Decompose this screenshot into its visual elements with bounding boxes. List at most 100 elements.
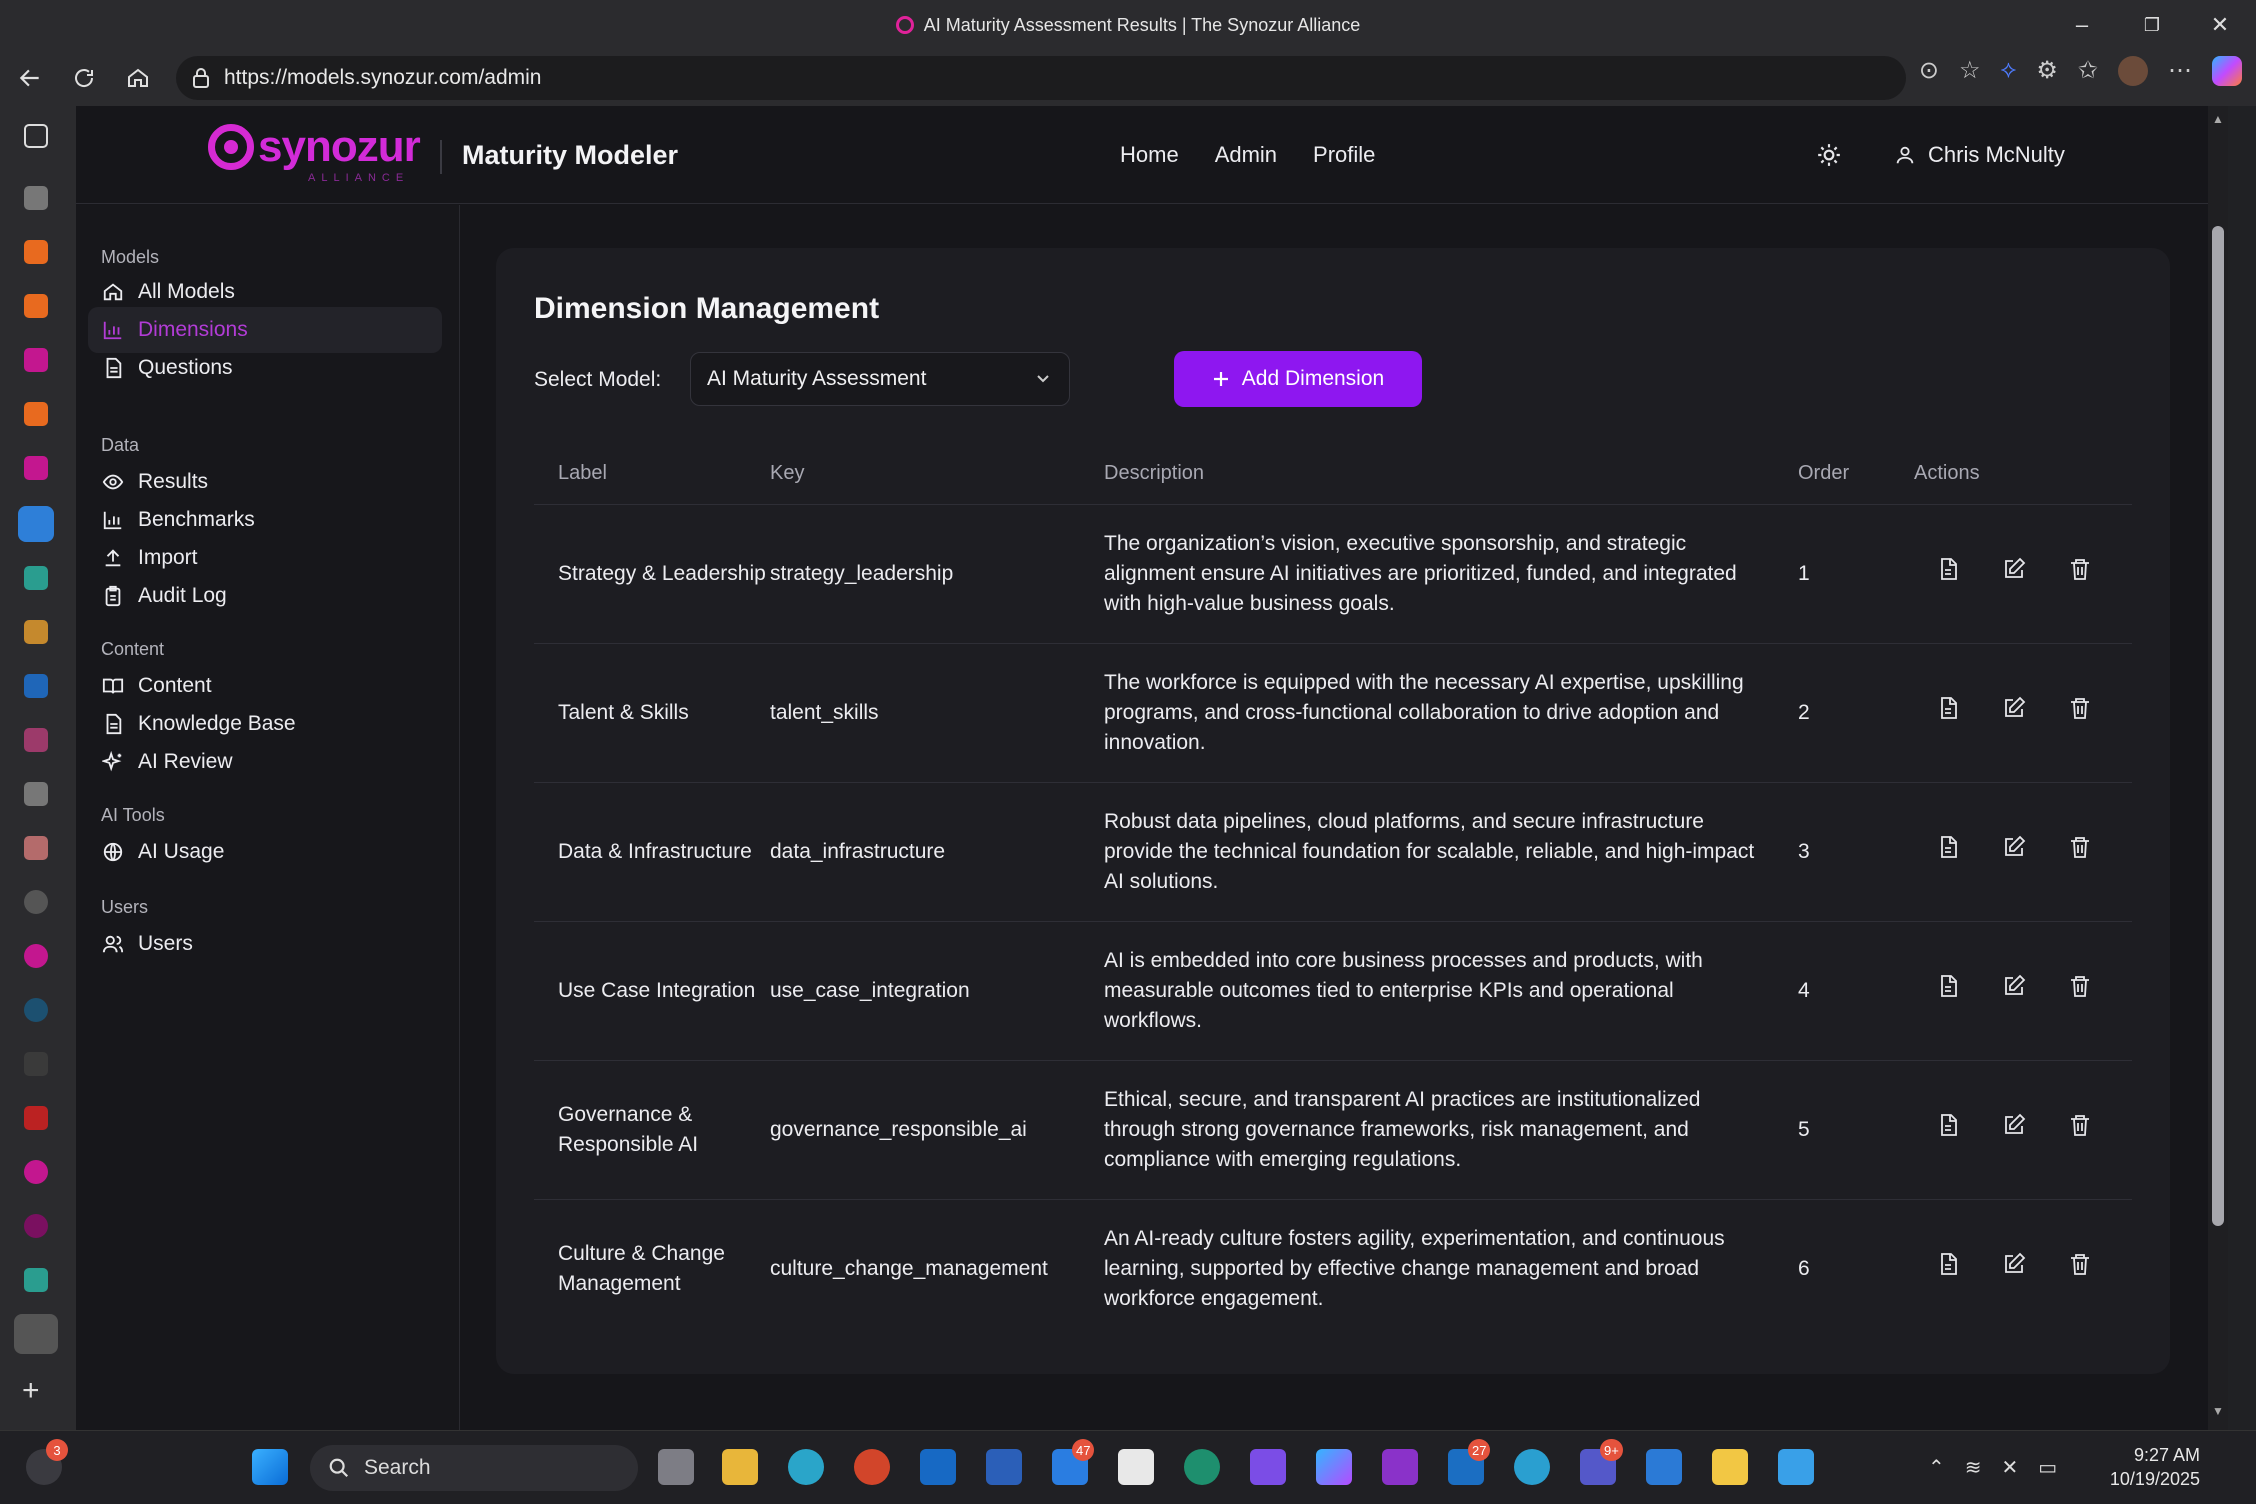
view-document-icon[interactable]	[1936, 1113, 1960, 1137]
table-row: Data & Infrastructure data_infrastructure…	[534, 782, 2132, 922]
tab-icon[interactable]	[24, 890, 48, 914]
edit-icon[interactable]	[2002, 696, 2026, 720]
task-view-icon[interactable]	[658, 1449, 694, 1485]
sidebar-item-ai-usage[interactable]: AI Usage	[88, 829, 442, 875]
tab-icon[interactable]	[24, 998, 48, 1022]
tab-icon-current[interactable]	[14, 1314, 58, 1354]
new-tab-icon[interactable]: +	[22, 1374, 40, 1408]
dimension-key: data_infrastructure	[770, 782, 1104, 922]
sidebar-item-ai-review[interactable]: AI Review	[88, 739, 442, 785]
tab-icon[interactable]	[24, 566, 48, 590]
delete-trash-icon[interactable]	[2068, 696, 2092, 720]
sidebar-item-questions[interactable]: Questions	[88, 345, 442, 391]
extension-icon[interactable]: ⊙	[1919, 56, 1939, 86]
address-bar[interactable]: https://models.synozur.com/admin	[176, 56, 1906, 100]
favorite-star-icon[interactable]: ☆	[1959, 56, 1981, 86]
view-document-icon[interactable]	[1936, 974, 1960, 998]
view-document-icon[interactable]	[1936, 1252, 1960, 1276]
edit-icon[interactable]	[2002, 1252, 2026, 1276]
close-button[interactable]: ✕	[2188, 0, 2252, 50]
delete-trash-icon[interactable]	[2068, 974, 2092, 998]
tab-icon[interactable]	[24, 186, 48, 210]
tab-icon[interactable]	[24, 836, 48, 860]
scroll-down-arrow-icon[interactable]: ▼	[2212, 1404, 2224, 1418]
tab-icon[interactable]	[24, 1214, 48, 1238]
m365-icon[interactable]	[1316, 1449, 1352, 1485]
edge-dev-icon[interactable]	[1184, 1449, 1220, 1485]
tab-icon[interactable]	[24, 728, 48, 752]
notepad-icon[interactable]	[1778, 1449, 1814, 1485]
powerpoint-icon[interactable]	[854, 1449, 890, 1485]
page-scrollbar[interactable]	[2208, 106, 2228, 1430]
model-select[interactable]: AI Maturity Assessment	[690, 352, 1070, 406]
sun-icon[interactable]	[1816, 142, 1842, 168]
puzzle-icon[interactable]: ⚙	[2036, 56, 2058, 86]
wifi-icon[interactable]: ≋	[1965, 1455, 1982, 1480]
view-document-icon[interactable]	[1936, 557, 1960, 581]
more-menu-icon[interactable]: ⋯	[2168, 56, 2192, 86]
tab-icon[interactable]	[24, 240, 48, 264]
tab-icon[interactable]	[24, 456, 48, 480]
scrollbar-thumb[interactable]	[2212, 226, 2224, 1226]
outlook-icon[interactable]	[920, 1449, 956, 1485]
chevron-up-icon[interactable]: ⌃	[1928, 1455, 1945, 1480]
refresh-button[interactable]	[64, 58, 104, 98]
tab-actions-icon[interactable]	[24, 124, 48, 148]
synozur-logo[interactable]: synozur ALLIANCE	[208, 124, 421, 184]
battery-icon[interactable]: ▭	[2038, 1455, 2057, 1480]
minimize-button[interactable]: –	[2050, 0, 2114, 50]
copilot-extension-icon[interactable]: ⟡	[2001, 56, 2017, 86]
delete-trash-icon[interactable]	[2068, 1113, 2092, 1137]
add-dimension-button[interactable]: Add Dimension	[1174, 351, 1422, 407]
home-button[interactable]	[118, 58, 158, 98]
view-document-icon[interactable]	[1936, 835, 1960, 859]
tab-icon[interactable]	[24, 1268, 48, 1292]
edit-icon[interactable]	[2002, 974, 2026, 998]
edge-beta-icon[interactable]	[1514, 1449, 1550, 1485]
view-document-icon[interactable]	[1936, 696, 1960, 720]
delete-trash-icon[interactable]	[2068, 1252, 2092, 1276]
copilot-icon[interactable]	[2212, 56, 2242, 86]
delete-trash-icon[interactable]	[2068, 557, 2092, 581]
volume-muted-icon[interactable]: ✕	[2002, 1455, 2019, 1480]
tab-icon[interactable]	[24, 348, 48, 372]
tab-icon[interactable]	[24, 782, 48, 806]
tab-icon-active[interactable]	[18, 506, 54, 542]
tab-icon[interactable]	[24, 294, 48, 318]
word-icon[interactable]	[986, 1449, 1022, 1485]
tab-icon[interactable]	[24, 1106, 48, 1130]
edit-icon[interactable]	[2002, 1113, 2026, 1137]
tab-icon[interactable]	[24, 1160, 48, 1184]
onenote-icon[interactable]	[1382, 1449, 1418, 1485]
restore-button[interactable]: ❐	[2120, 0, 2184, 50]
user-menu[interactable]: Chris McNulty	[1894, 142, 2065, 168]
profile-avatar-icon[interactable]	[2118, 56, 2148, 86]
web-app: synozur ALLIANCE Maturity Modeler Home A…	[76, 106, 2228, 1430]
sidebar-item-audit-log[interactable]: Audit Log	[88, 573, 442, 619]
file-sync-icon[interactable]	[1712, 1449, 1748, 1485]
tab-icon[interactable]	[24, 402, 48, 426]
nav-admin[interactable]: Admin	[1215, 142, 1277, 168]
file-explorer-icon[interactable]	[722, 1449, 758, 1485]
back-button[interactable]	[10, 58, 50, 98]
taskbar-search[interactable]: Search	[310, 1445, 638, 1491]
nav-home[interactable]: Home	[1120, 142, 1179, 168]
scroll-up-arrow-icon[interactable]: ▲	[2212, 112, 2224, 126]
sidebar-item-users[interactable]: Users	[88, 921, 442, 967]
favorites-icon[interactable]: ✩	[2078, 56, 2098, 86]
windows-start-icon[interactable]	[252, 1449, 288, 1485]
photos-icon[interactable]	[1646, 1449, 1682, 1485]
nav-profile[interactable]: Profile	[1313, 142, 1375, 168]
taskbar-clock[interactable]: 9:27 AM 10/19/2025	[2110, 1443, 2200, 1491]
tab-icon[interactable]	[24, 620, 48, 644]
tab-icon[interactable]	[24, 1052, 48, 1076]
snipping-tool-icon[interactable]	[1118, 1449, 1154, 1485]
tab-icon[interactable]	[24, 944, 48, 968]
edit-icon[interactable]	[2002, 557, 2026, 581]
model-select-value: AI Maturity Assessment	[707, 367, 927, 390]
edit-icon[interactable]	[2002, 835, 2026, 859]
linkedin-tab-icon[interactable]	[24, 674, 48, 698]
edge-icon[interactable]	[788, 1449, 824, 1485]
delete-trash-icon[interactable]	[2068, 835, 2092, 859]
power-automate-icon[interactable]	[1250, 1449, 1286, 1485]
